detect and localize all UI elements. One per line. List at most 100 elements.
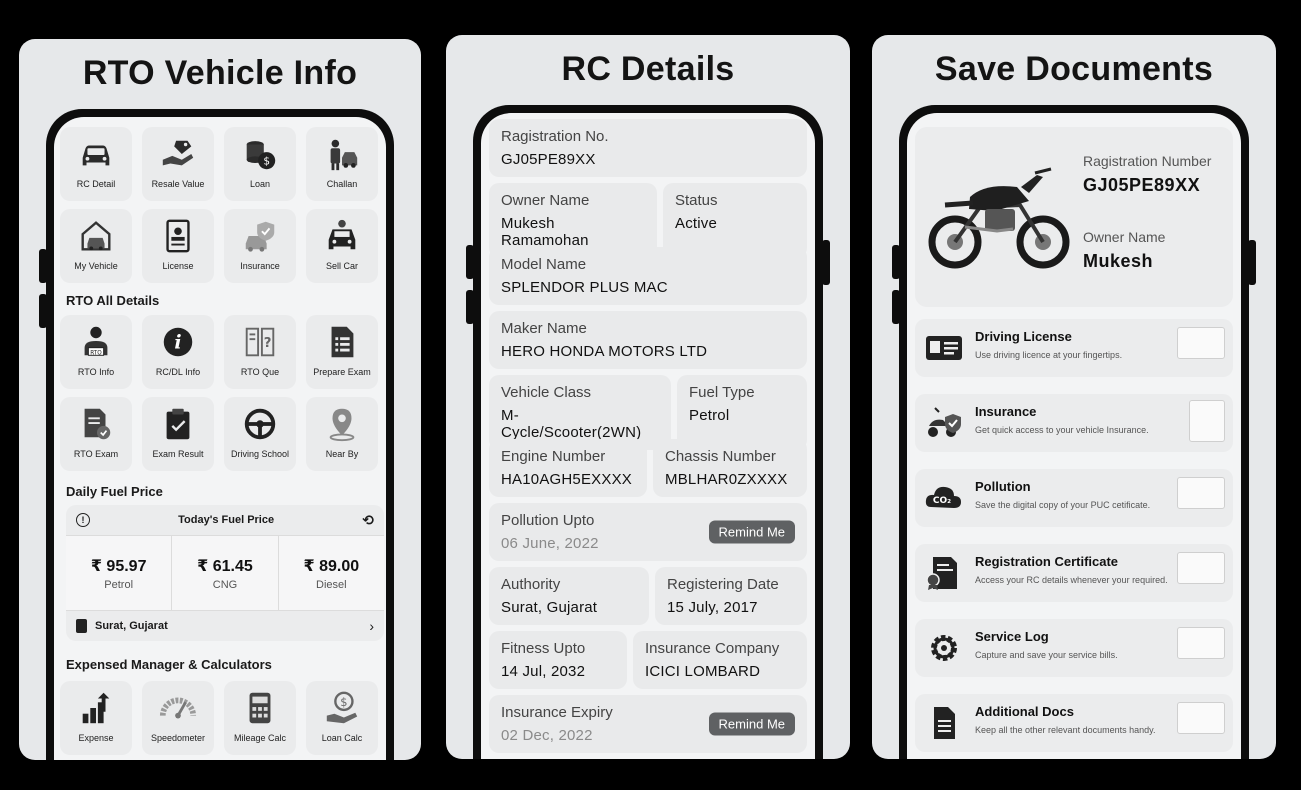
coins-icon: $ [246, 141, 276, 170]
tile-license[interactable]: License [142, 209, 214, 283]
certificate-icon [926, 557, 957, 590]
fuel-type: Diesel [316, 578, 347, 591]
field-label: Ragistration No. [501, 128, 609, 145]
tile-sell-car[interactable]: Sell Car [306, 209, 378, 283]
svg-text:CO₂: CO₂ [933, 496, 951, 506]
info-circle-icon[interactable]: ! [76, 513, 90, 527]
field-label: Engine Number [501, 448, 606, 465]
remind-me-button[interactable]: Remind Me [708, 520, 795, 544]
field-label: Fuel Type [689, 384, 755, 401]
document-thumbnail [1189, 400, 1225, 442]
doc-desc: Keep all the other relevant documents ha… [975, 725, 1156, 735]
phone-screen: Ragistration No. GJ05PE89XX Owner Name M… [481, 113, 815, 759]
field-label: Vehicle Class [501, 384, 592, 401]
phone-side-button [1248, 240, 1256, 285]
tile-label: Loan Calc [321, 733, 363, 743]
panel-save-documents: Save Documents Ragistration Number GJ05P… [872, 35, 1276, 759]
doc-item-pollution[interactable]: CO₂ Pollution Save the digital copy of y… [915, 469, 1233, 527]
speedometer-icon [159, 697, 197, 719]
remind-me-button[interactable]: Remind Me [708, 712, 795, 736]
doc-item-driving-license[interactable]: Driving License Use driving licence at y… [915, 319, 1233, 377]
field-label: Insurance Company [645, 640, 780, 657]
tile-label: Loan [249, 179, 271, 189]
rc-field-insurance-expiry: Insurance Expiry 02 Dec, 2022 Remind Me [489, 695, 807, 753]
tile-label: Mileage Calc [233, 733, 287, 743]
phone-frame: RC Detail Resale Value $ Loan Challan My… [46, 109, 394, 760]
tile-rto-exam[interactable]: RTO Exam [60, 397, 132, 471]
tile-label: Sell Car [325, 261, 358, 271]
panel-title: Save Documents [934, 50, 1214, 88]
services-grid: RC Detail Resale Value $ Loan Challan [60, 127, 378, 201]
rc-row: Authority Surat, Gujarat Registering Dat… [489, 567, 807, 625]
phone-frame: Ragistration No. GJ05PE89XX Owner Name M… [473, 105, 823, 759]
field-label: Registering Date [667, 576, 779, 593]
doc-item-registration-certificate[interactable]: Registration Certificate Access your RC … [915, 544, 1233, 602]
reg-value: GJ05PE89XX [1083, 175, 1201, 195]
scooter-shield-icon [928, 407, 961, 437]
fuel-price: ₹ 89.00 [303, 557, 360, 575]
doc-item-additional-docs[interactable]: Additional Docs Keep all the other relev… [915, 694, 1233, 752]
rc-row: Ragistration No. GJ05PE89XX [489, 119, 807, 177]
field-value: Mukesh Ramamohan [501, 215, 589, 249]
tile-label: RTO Exam [73, 449, 119, 459]
tile-rto-info[interactable]: RTO RTO Info [60, 315, 132, 389]
fuel-pump-icon [76, 619, 87, 633]
rto-grid: RTO RTO Info i RC/DL Info ? RTO Que Prep… [60, 315, 378, 389]
tile-loan-calc[interactable]: $ Loan Calc [306, 681, 378, 755]
rc-row: Engine Number HA10AGH5EXXXX Chassis Numb… [489, 439, 807, 497]
chevron-right-icon: › [369, 618, 374, 634]
doc-title: Pollution [975, 479, 1031, 494]
tile-label: Prepare Exam [313, 367, 371, 377]
field-label: Chassis Number [665, 448, 776, 465]
tile-label: RTO Que [240, 367, 280, 377]
tile-mileage-calc[interactable]: Mileage Calc [224, 681, 296, 755]
clipboard-check-icon [166, 408, 190, 440]
field-label: Model Name [501, 256, 587, 273]
tile-prepare-exam[interactable]: Prepare Exam [306, 315, 378, 389]
svg-text:RTO: RTO [90, 350, 102, 356]
tile-near-by[interactable]: Near By [306, 397, 378, 471]
section-heading-calc: Expensed Manager & Calculators [66, 657, 272, 672]
fuel-type: CNG [212, 578, 238, 591]
tile-expense[interactable]: Expense [60, 681, 132, 755]
doc-desc: Access your RC details whenever your req… [975, 575, 1168, 585]
doc-item-service-log[interactable]: Service Log Capture and save your servic… [915, 619, 1233, 677]
tile-loan[interactable]: $ Loan [224, 127, 296, 201]
tile-exam-result[interactable]: Exam Result [142, 397, 214, 471]
tile-insurance[interactable]: Insurance [224, 209, 296, 283]
fuel-item-petrol: ₹ 95.97 Petrol [66, 536, 173, 610]
services-grid: My Vehicle License Insurance Sell Car [60, 209, 378, 283]
tile-rc-detail[interactable]: RC Detail [60, 127, 132, 201]
tile-rc-dl-info[interactable]: i RC/DL Info [142, 315, 214, 389]
fuel-card-header: ! Today's Fuel Price ⟲ [66, 505, 384, 535]
gear-icon [931, 635, 957, 661]
doc-item-insurance[interactable]: Insurance Get quick access to your vehic… [915, 394, 1233, 452]
doc-title: Registration Certificate [975, 554, 1119, 569]
rc-field-registering-date: Registering Date 15 July, 2017 [655, 567, 807, 625]
history-icon[interactable]: ⟲ [362, 512, 374, 529]
tile-challan[interactable]: Challan [306, 127, 378, 201]
tile-label: Near By [325, 449, 359, 459]
calc-grid: Expense Speedometer Mileage Calc $ Loan … [60, 681, 378, 755]
doc-desc: Capture and save your service bills. [975, 650, 1118, 660]
rc-field-maker: Maker Name HERO HONDA MOTORS LTD [489, 311, 807, 369]
field-value: MBLHAR0ZXXXX [665, 471, 788, 488]
fuel-card-title: Today's Fuel Price [178, 514, 275, 526]
tile-resale-value[interactable]: Resale Value [142, 127, 214, 201]
car-front-icon [328, 219, 356, 250]
tile-label: Speedometer [150, 733, 206, 743]
field-value: 15 July, 2017 [667, 599, 758, 616]
rc-field-model: Model Name SPLENDOR PLUS MAC [489, 247, 807, 305]
field-value: HERO HONDA MOTORS LTD [501, 343, 708, 360]
tile-driving-school[interactable]: Driving School [224, 397, 296, 471]
bar-growth-icon [82, 692, 110, 724]
tile-rto-que[interactable]: ? RTO Que [224, 315, 296, 389]
tile-label: RTO Info [77, 367, 115, 377]
fuel-location-row[interactable]: Surat, Gujarat › [66, 611, 384, 641]
tile-label: Insurance [240, 261, 280, 271]
tile-speedometer[interactable]: Speedometer [142, 681, 214, 755]
doc-title: Driving License [975, 329, 1072, 344]
field-value: Active [675, 215, 718, 232]
tile-my-vehicle[interactable]: My Vehicle [60, 209, 132, 283]
tile-label: RC/DL Info [155, 367, 201, 377]
